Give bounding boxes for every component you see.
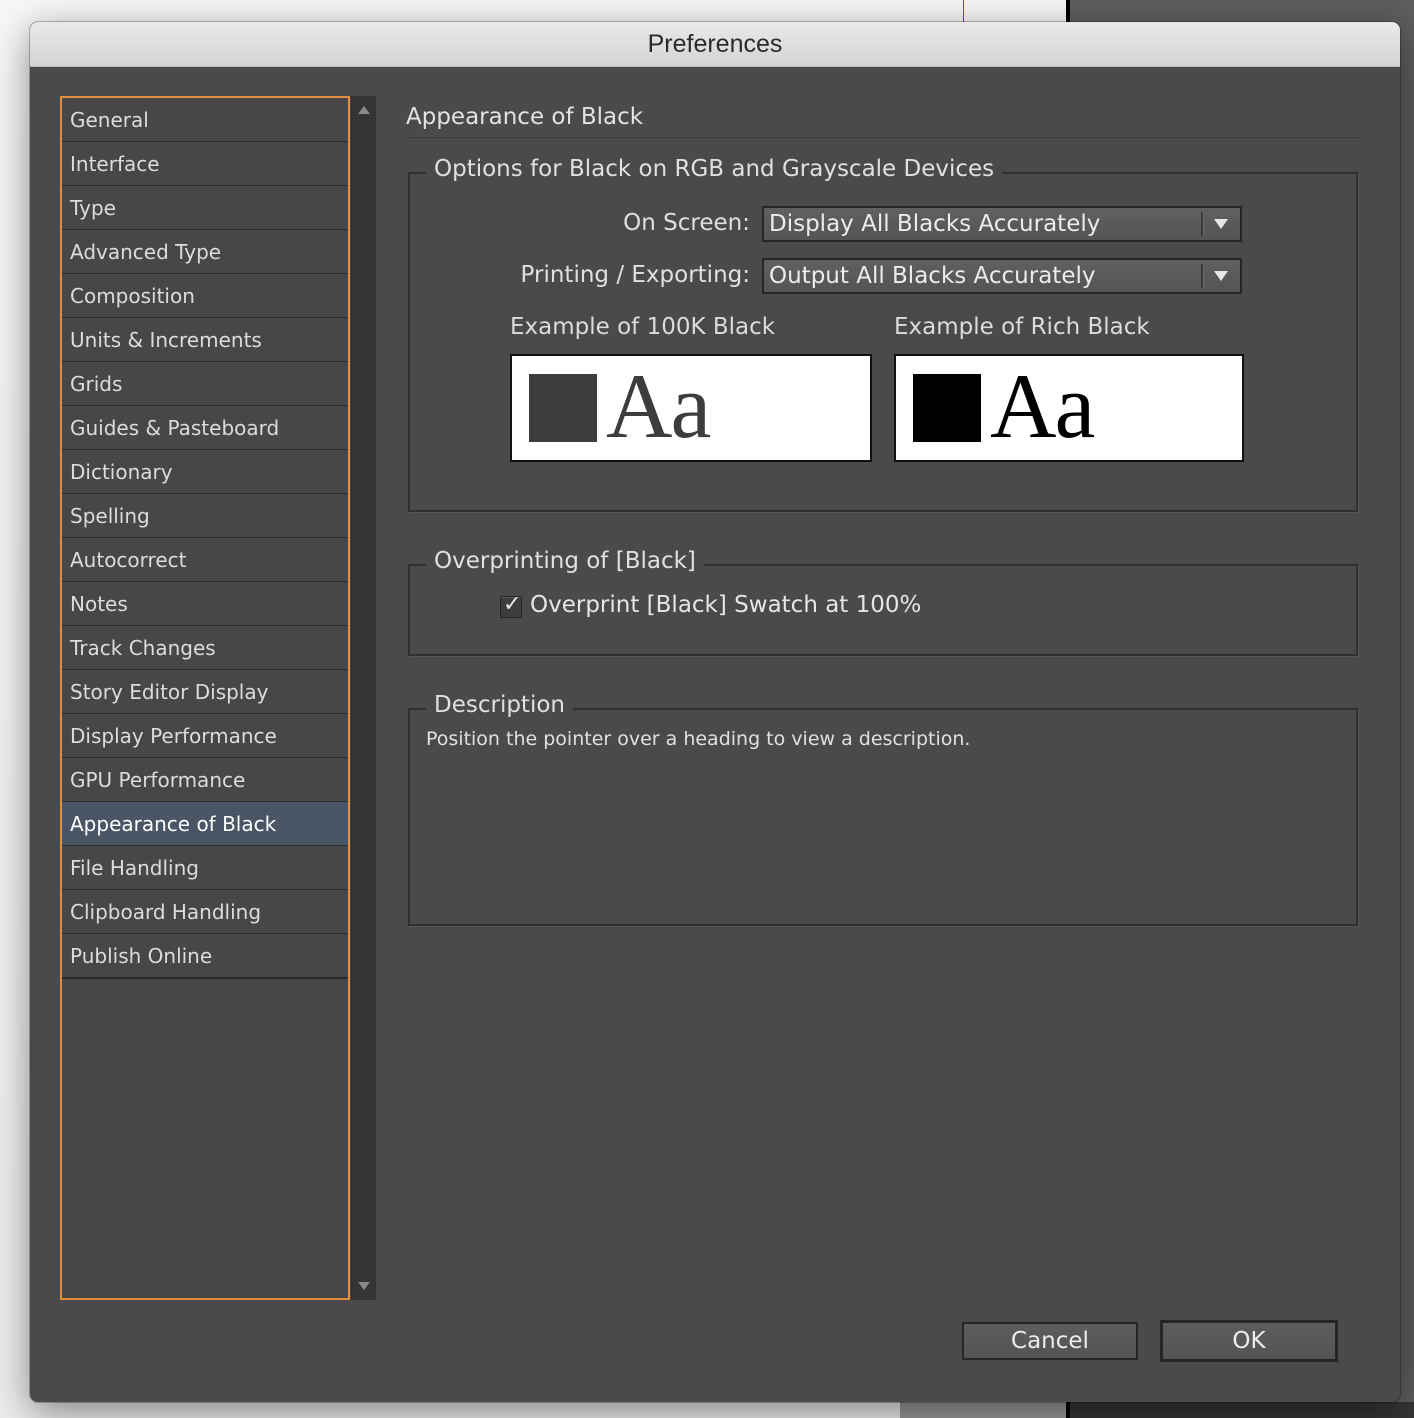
sidebar-item-label: Track Changes bbox=[70, 635, 216, 660]
sidebar-item-label: Type bbox=[70, 195, 116, 220]
sidebar-item-spelling[interactable]: Spelling bbox=[62, 494, 348, 538]
sidebar-item-interface[interactable]: Interface bbox=[62, 142, 348, 186]
example-100k-preview: Aa bbox=[510, 354, 872, 462]
sample-text-100k: Aa bbox=[606, 355, 711, 457]
example-rich-label: Example of Rich Black bbox=[894, 314, 1150, 340]
overprint-group-legend: Overprinting of [Black] bbox=[426, 548, 704, 574]
sidebar-item-label: Advanced Type bbox=[70, 239, 222, 264]
sidebar-item-appearance-of-black[interactable]: Appearance of Black bbox=[62, 802, 348, 846]
description-text: Position the pointer over a heading to v… bbox=[426, 728, 971, 750]
description-group-legend: Description bbox=[426, 692, 573, 718]
sidebar-item-file-handling[interactable]: File Handling bbox=[62, 846, 348, 890]
on-screen-select[interactable]: Display All Blacks Accurately bbox=[762, 206, 1242, 242]
sidebar-item-general[interactable]: General bbox=[62, 98, 348, 142]
panel-title-divider bbox=[406, 137, 1360, 138]
chevron-down-icon[interactable] bbox=[1214, 271, 1228, 281]
sidebar-item-label: GPU Performance bbox=[70, 767, 246, 792]
sidebar-item-gpu-performance[interactable]: GPU Performance bbox=[62, 758, 348, 802]
sidebar-item-label: Composition bbox=[70, 283, 195, 308]
select-separator bbox=[1201, 212, 1204, 236]
sidebar-item-type[interactable]: Type bbox=[62, 186, 348, 230]
sidebar-item-label: Publish Online bbox=[70, 943, 213, 968]
sidebar-item-dictionary[interactable]: Dictionary bbox=[62, 450, 348, 494]
sidebar-item-track-changes[interactable]: Track Changes bbox=[62, 626, 348, 670]
cancel-button-label: Cancel bbox=[1011, 1328, 1089, 1354]
sidebar-item-label: Autocorrect bbox=[70, 547, 187, 572]
description-group: Description Position the pointer over a … bbox=[408, 692, 1358, 926]
cancel-button[interactable]: Cancel bbox=[962, 1322, 1138, 1360]
options-group: Options for Black on RGB and Grayscale D… bbox=[408, 156, 1358, 512]
example-100k-label: Example of 100K Black bbox=[510, 314, 776, 340]
sidebar-item-display-performance[interactable]: Display Performance bbox=[62, 714, 348, 758]
on-screen-select-value: Display All Blacks Accurately bbox=[769, 211, 1101, 237]
options-group-legend: Options for Black on RGB and Grayscale D… bbox=[426, 156, 1003, 182]
overprint-checkbox[interactable]: ✓ bbox=[500, 592, 522, 618]
select-separator bbox=[1201, 264, 1204, 288]
sidebar-item-units-increments[interactable]: Units & Increments bbox=[62, 318, 348, 362]
swatch-rich-black bbox=[913, 374, 981, 442]
printing-exporting-label: Printing / Exporting: bbox=[520, 262, 750, 288]
sidebar-item-notes[interactable]: Notes bbox=[62, 582, 348, 626]
background-panel-bottom bbox=[1070, 1402, 1414, 1418]
sidebar-item-label: Units & Increments bbox=[70, 327, 262, 352]
sidebar-item-label: File Handling bbox=[70, 855, 199, 880]
sidebar-item-composition[interactable]: Composition bbox=[62, 274, 348, 318]
scroll-down-arrow-icon[interactable] bbox=[358, 1282, 370, 1290]
sidebar-item-label: Appearance of Black bbox=[70, 811, 277, 836]
sidebar-item-clipboard-handling[interactable]: Clipboard Handling bbox=[62, 890, 348, 934]
printing-exporting-select-value: Output All Blacks Accurately bbox=[769, 263, 1096, 289]
overprint-group: Overprinting of [Black] ✓ Overprint [Bla… bbox=[408, 548, 1358, 656]
chevron-down-icon[interactable] bbox=[1214, 219, 1228, 229]
category-list[interactable]: General Interface Type Advanced Type Com… bbox=[60, 96, 350, 1300]
panel-title: Appearance of Black bbox=[406, 104, 644, 130]
sidebar-item-label: Notes bbox=[70, 591, 128, 616]
sidebar-item-label: Display Performance bbox=[70, 723, 277, 748]
title-bar[interactable]: Preferences bbox=[30, 22, 1400, 67]
sidebar-item-story-editor-display[interactable]: Story Editor Display bbox=[62, 670, 348, 714]
preferences-dialog: Preferences General Interface Type Advan… bbox=[30, 22, 1400, 1402]
swatch-100k-black bbox=[529, 374, 597, 442]
sidebar-item-label: Story Editor Display bbox=[70, 679, 269, 704]
printing-exporting-select[interactable]: Output All Blacks Accurately bbox=[762, 258, 1242, 294]
background-pasteboard bbox=[900, 1402, 1068, 1418]
scroll-up-arrow-icon[interactable] bbox=[358, 106, 370, 114]
sidebar-item-label: General bbox=[70, 107, 149, 132]
sidebar-item-guides-pasteboard[interactable]: Guides & Pasteboard bbox=[62, 406, 348, 450]
window-title: Preferences bbox=[647, 29, 783, 58]
sidebar-item-label: Guides & Pasteboard bbox=[70, 415, 280, 440]
on-screen-label: On Screen: bbox=[623, 210, 750, 236]
overprint-checkbox-label[interactable]: Overprint [Black] Swatch at 100% bbox=[530, 592, 921, 618]
sidebar-item-label: Interface bbox=[70, 151, 160, 176]
sidebar-item-label: Dictionary bbox=[70, 459, 173, 484]
ok-button-label: OK bbox=[1232, 1328, 1266, 1354]
ok-button[interactable]: OK bbox=[1160, 1320, 1338, 1362]
category-list-scrollbar[interactable] bbox=[351, 96, 376, 1300]
sidebar-item-grids[interactable]: Grids bbox=[62, 362, 348, 406]
sidebar-item-label: Spelling bbox=[70, 503, 150, 528]
sample-text-rich: Aa bbox=[990, 355, 1095, 457]
checkmark-icon: ✓ bbox=[503, 592, 522, 617]
example-rich-preview: Aa bbox=[894, 354, 1244, 462]
sidebar-item-label: Clipboard Handling bbox=[70, 899, 262, 924]
sidebar-item-autocorrect[interactable]: Autocorrect bbox=[62, 538, 348, 582]
sidebar-item-advanced-type[interactable]: Advanced Type bbox=[62, 230, 348, 274]
sidebar-item-label: Grids bbox=[70, 371, 123, 396]
sidebar-item-publish-online[interactable]: Publish Online bbox=[62, 934, 348, 979]
